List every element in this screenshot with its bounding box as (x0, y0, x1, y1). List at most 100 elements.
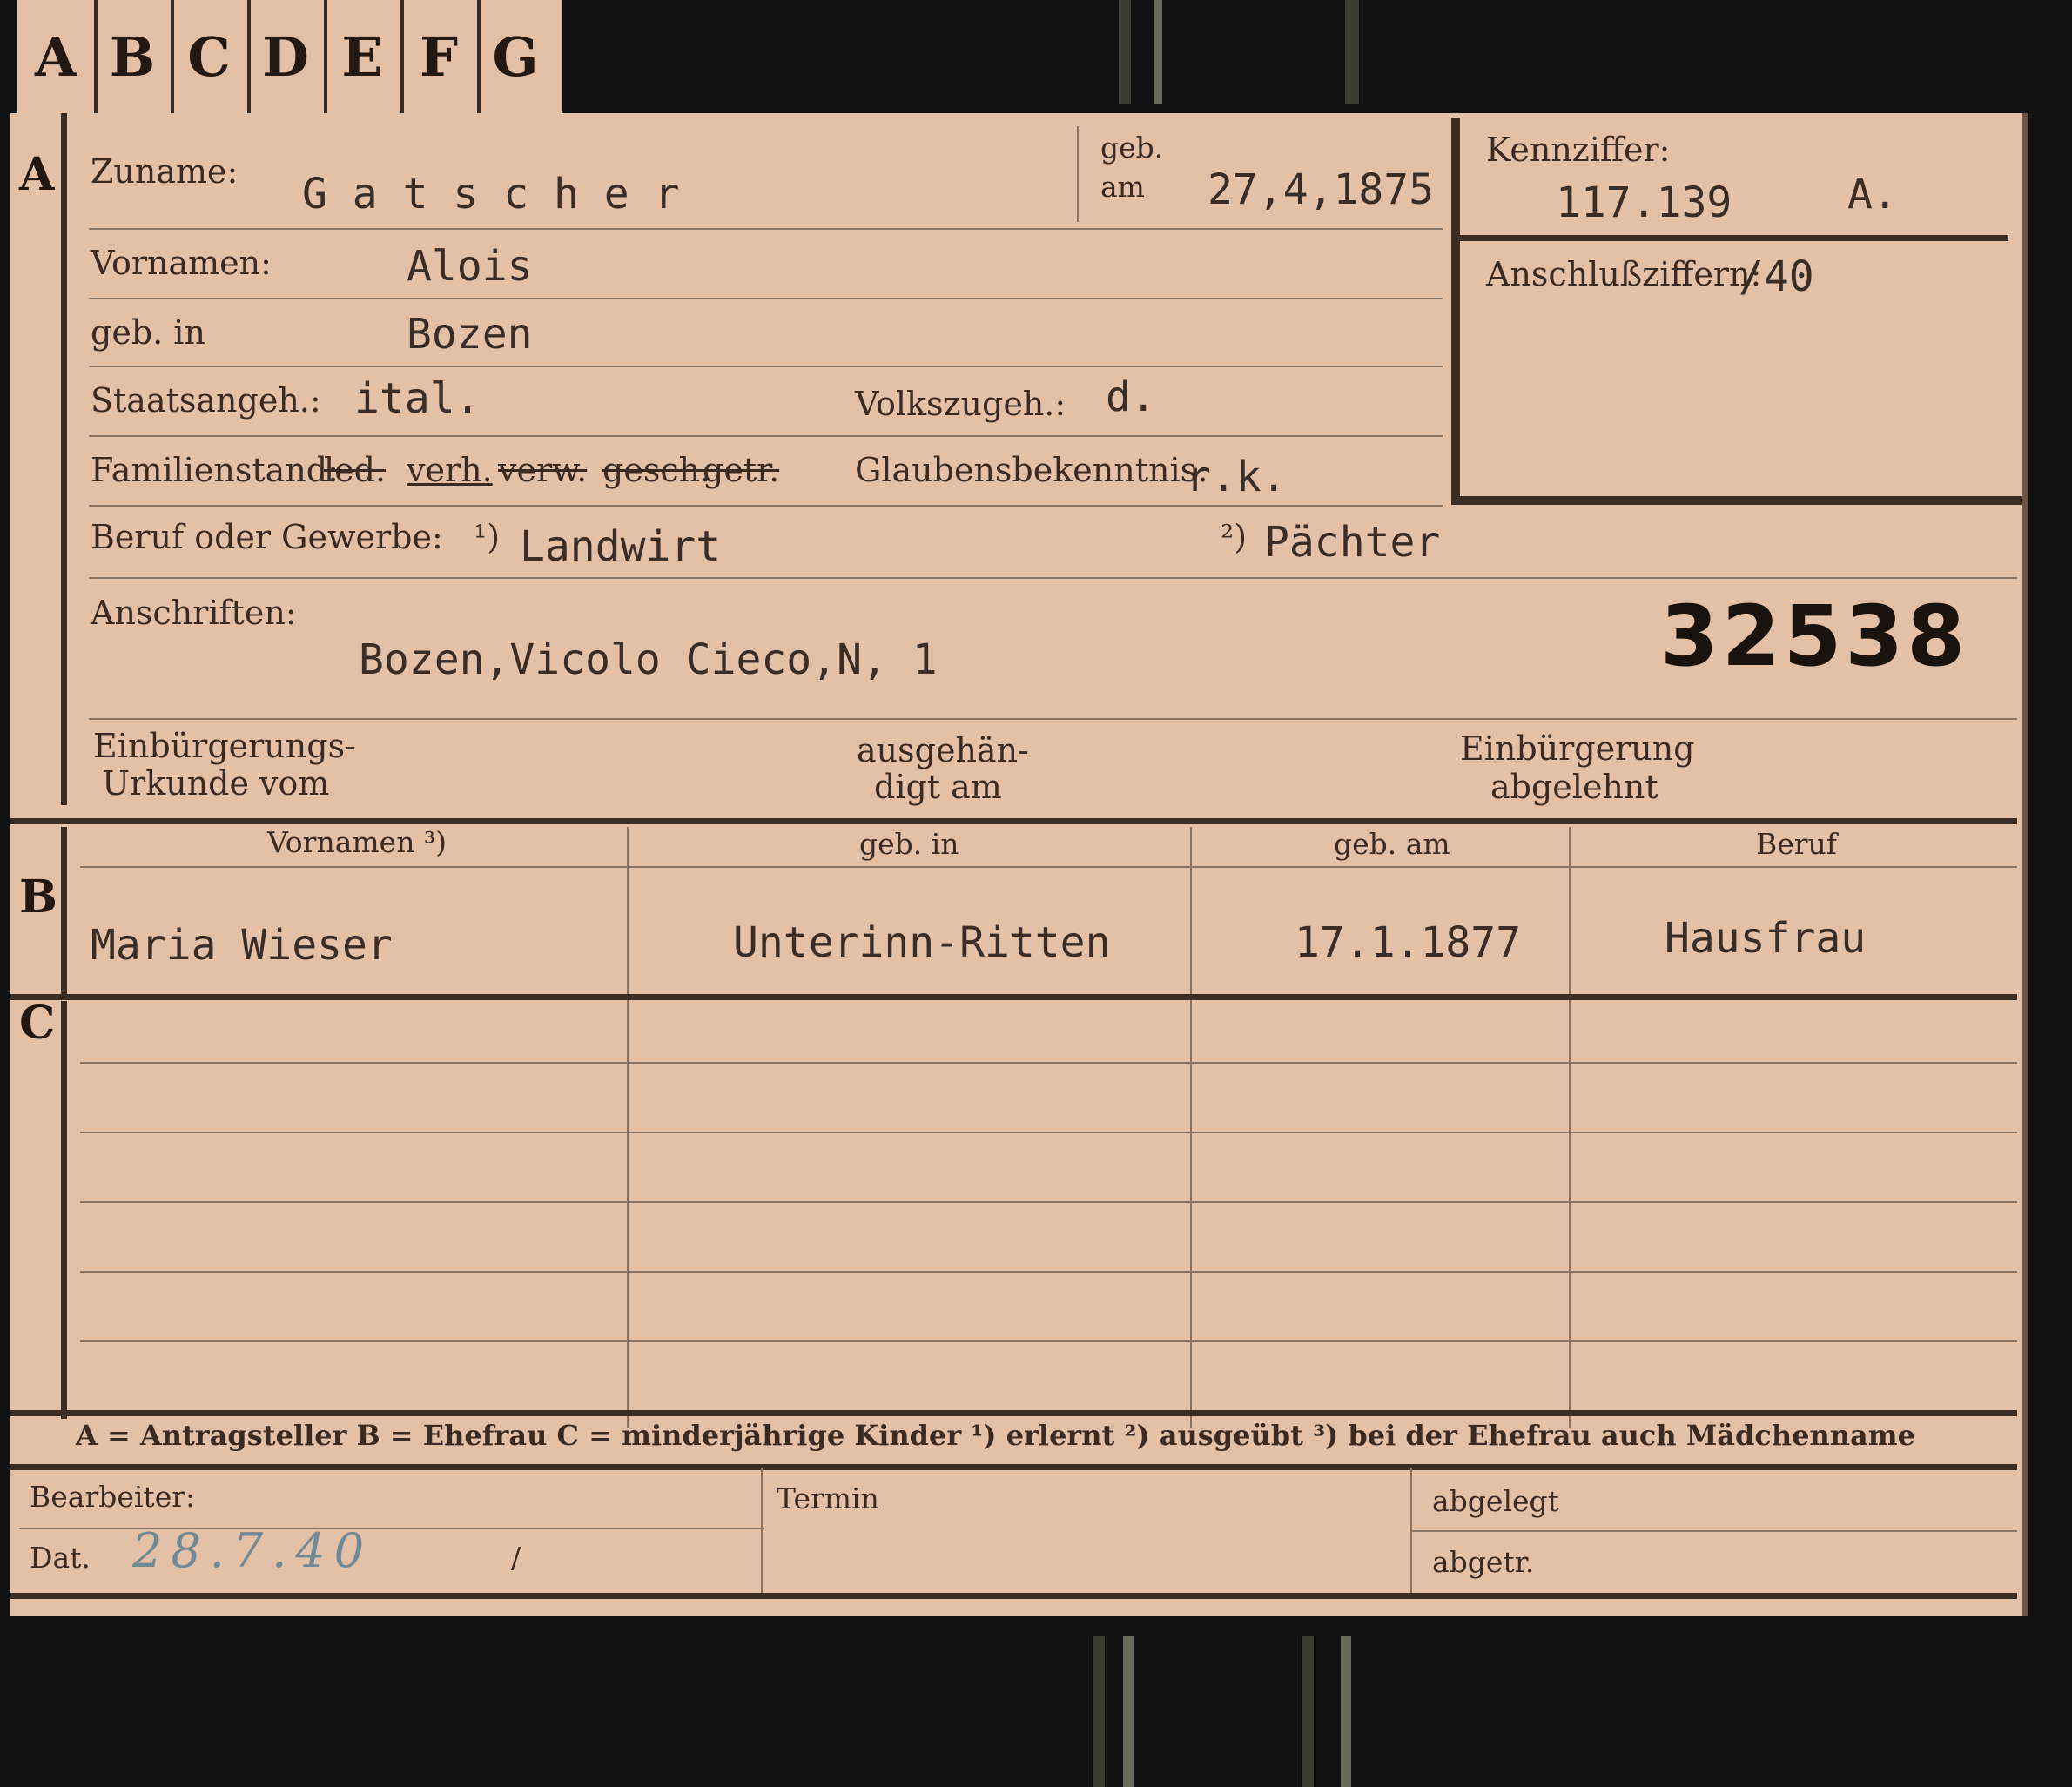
kennziffer-value: 117.139 (1556, 178, 1732, 227)
legend-top-rule (10, 1410, 2017, 1416)
section-b-header-beruf: Beruf (1756, 827, 1838, 861)
row-line (89, 298, 1443, 299)
staatsangeh-label: Staatsangeh.: (91, 381, 321, 420)
glaubens-label: Glaubensbekenntnis: (855, 451, 1208, 489)
section-letter-c: C (19, 997, 56, 1050)
tab-b[interactable]: B (94, 0, 174, 113)
gebin-value: Bozen (407, 310, 533, 359)
section-b-rail (61, 827, 67, 994)
beruf-label: Beruf oder Gewerbe: (91, 518, 443, 556)
beruf-mark-1: ¹) (474, 518, 501, 556)
scanner-edge-bottom-2 (1123, 1636, 1134, 1787)
familienstand-option-verh: verh. (407, 451, 493, 489)
kennziffer-divider (1460, 235, 2008, 241)
section-b-header-gebam: geb. am (1334, 827, 1450, 861)
scanner-edge-top-3 (1345, 0, 1359, 104)
kennziffer-suffix: A. (1847, 170, 1898, 218)
abgetr-label: abgetr. (1432, 1545, 1535, 1579)
ehefrau-vornamen: Maria Wieser (91, 921, 393, 970)
kennziffer-label: Kennziffer: (1486, 131, 1671, 169)
geb-divider (1077, 126, 1079, 222)
section-b-header-gebin: geb. in (859, 827, 959, 861)
section-b-col-1 (627, 827, 629, 1428)
beruf-value-1: Landwirt (520, 522, 722, 571)
footer-col-2 (1410, 1468, 1412, 1598)
tab-c[interactable]: C (171, 0, 251, 113)
row-line (89, 435, 1443, 437)
footer-bottom-rule (10, 1593, 2017, 1599)
bearbeiter-label: Bearbeiter: (30, 1480, 196, 1514)
section-b-top-rule (10, 818, 2017, 824)
section-letter-a: A (19, 148, 55, 201)
scanner-edge-top-2 (1154, 0, 1162, 104)
scanner-edge-top-1 (1119, 0, 1131, 104)
volkszugeh-label: Volkszugeh.: (855, 385, 1066, 423)
zuname-value: G a t s c h e r (302, 170, 680, 218)
section-c-line-5 (80, 1340, 2017, 1342)
section-c-line-2 (80, 1132, 2017, 1133)
scanner-edge-bottom-3 (1302, 1636, 1314, 1787)
dat-value: 28.7.40 (132, 1523, 373, 1578)
ehefrau-gebin: Unterinn-Ritten (733, 918, 1111, 967)
legend-text: A = Antragsteller B = Ehefrau C = minder… (76, 1419, 1915, 1452)
tab-f[interactable]: F (400, 0, 481, 113)
ehefrau-gebam: 17.1.1877 (1295, 918, 1522, 967)
row-line (89, 577, 2017, 579)
ausgehaendigt-label: ausgehän- (857, 731, 1029, 769)
row-line (89, 228, 1443, 230)
tab-e[interactable]: E (324, 0, 404, 113)
index-tabs: A B C D E F G (17, 0, 562, 118)
familienstand-option-gesch: gesch. (602, 451, 711, 489)
einbuergerungs-label: Einbürgerungs- (93, 727, 356, 765)
section-b-header-vornamen: Vornamen ³) (267, 825, 447, 859)
tab-a[interactable]: A (17, 0, 98, 113)
kennziffer-box (1451, 118, 2022, 505)
section-a-rail (61, 113, 67, 805)
digt-am-label: digt am (874, 768, 1002, 806)
zuname-label: Zuname: (91, 152, 239, 191)
staatsangeh-value: ital. (354, 374, 481, 423)
scanner-edge-bottom-4 (1341, 1636, 1351, 1787)
ehefrau-beruf: Hausfrau (1665, 914, 1867, 963)
vornamen-label: Vornamen: (91, 244, 272, 282)
familienstand-option-led: led. (324, 451, 387, 489)
section-c-rail (61, 1001, 67, 1419)
familienstand-label: Familienstand: (91, 451, 339, 489)
section-c-line-4 (80, 1271, 2017, 1273)
familienstand-option-verw: verw. (498, 451, 588, 489)
volkszugeh-value: d. (1106, 373, 1156, 421)
section-c-line-3 (80, 1201, 2017, 1203)
scanner-edge-bottom-1 (1093, 1636, 1105, 1787)
einbuergerung-label: Einbürgerung (1460, 729, 1695, 768)
row-line (89, 718, 2017, 720)
section-b-col-3 (1569, 827, 1571, 1428)
anschluss-value: /40 (1739, 252, 1814, 301)
abgelehnt-label: abgelehnt (1490, 768, 1658, 806)
urkunde-vom-label: Urkunde vom (102, 764, 330, 803)
section-letter-b: B (19, 870, 57, 924)
registration-card: A B C Zuname: G a t s c h e r geb. am 27… (10, 113, 2028, 1616)
section-c-line-1 (80, 1062, 2017, 1064)
footer-row-line (19, 1528, 764, 1529)
familienstand-option-getr: getr. (703, 451, 780, 489)
geb-label: geb. (1100, 131, 1164, 165)
section-b-col-2 (1190, 827, 1192, 1428)
beruf-value-2: Pächter (1264, 518, 1441, 567)
tab-g[interactable]: G (477, 0, 554, 113)
glaubens-value: r.k. (1186, 453, 1287, 501)
gebin-label: geb. in (91, 313, 205, 352)
stamp-number: 32538 (1660, 588, 1968, 685)
geb-date-value: 27,4,1875 (1208, 165, 1435, 214)
tab-d[interactable]: D (247, 0, 327, 113)
termin-label: Termin (777, 1481, 879, 1515)
legend-bottom-rule (10, 1464, 2017, 1470)
anschriften-label: Anschriften: (91, 594, 297, 632)
dat-slash: / (511, 1541, 521, 1575)
section-b-header-rule (80, 866, 2017, 868)
abgelegt-label: abgelegt (1432, 1484, 1559, 1518)
row-line (89, 366, 1443, 367)
anschriften-value: Bozen,Vicolo Cieco,N, 1 (359, 635, 938, 684)
footer-col-1 (761, 1468, 763, 1598)
section-c-top-rule (10, 994, 2017, 1000)
dat-label: Dat. (30, 1541, 91, 1575)
